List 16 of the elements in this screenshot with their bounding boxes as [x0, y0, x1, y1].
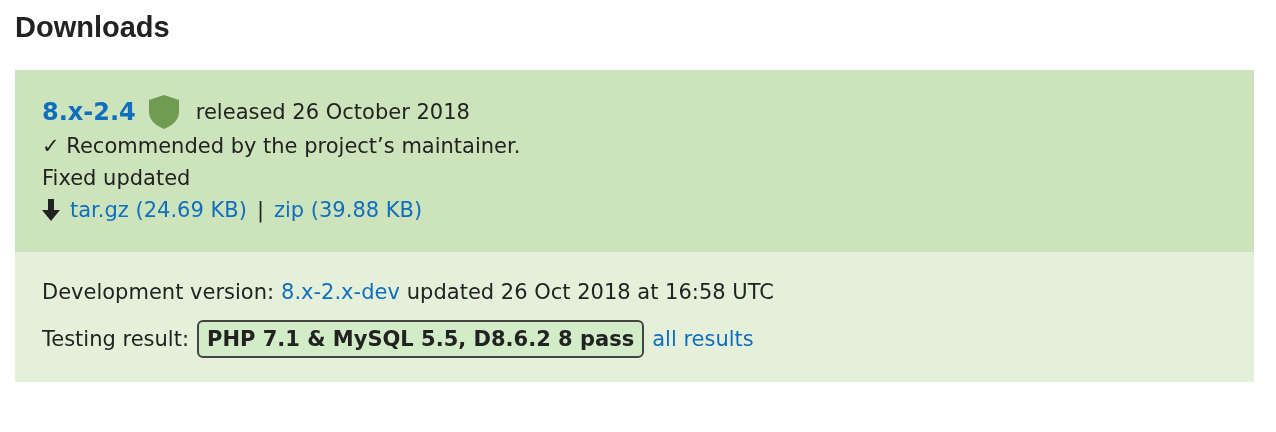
development-version-link[interactable]: 8.x-2.x-dev [281, 276, 400, 308]
download-arrow-icon [42, 199, 60, 221]
section-heading: Downloads [15, 10, 170, 44]
release-note: Fixed updated [42, 165, 191, 192]
shield-icon [147, 94, 180, 130]
download-link[interactable]: zip (39.88 KB) [273, 194, 423, 226]
development-updated: updated 26 Oct 2018 at 16:58 UTC [406, 279, 774, 306]
download-link[interactable]: tar.gz (24.69 KB) [70, 194, 247, 226]
testing-label: Testing result: [42, 326, 189, 353]
version-link[interactable]: 8.x-2.4 [42, 96, 136, 128]
test-result-badge[interactable]: PHP 7.1 & MySQL 5.5, D8.6.2 8 pass [197, 320, 645, 358]
development-label: Development version: [42, 279, 275, 306]
release-date: released 26 October 2018 [195, 99, 470, 126]
recommended-note: ✓ Recommended by the project’s maintainer. [42, 133, 521, 160]
all-results-link[interactable]: all results [652, 323, 754, 355]
link-separator: | [256, 197, 264, 225]
